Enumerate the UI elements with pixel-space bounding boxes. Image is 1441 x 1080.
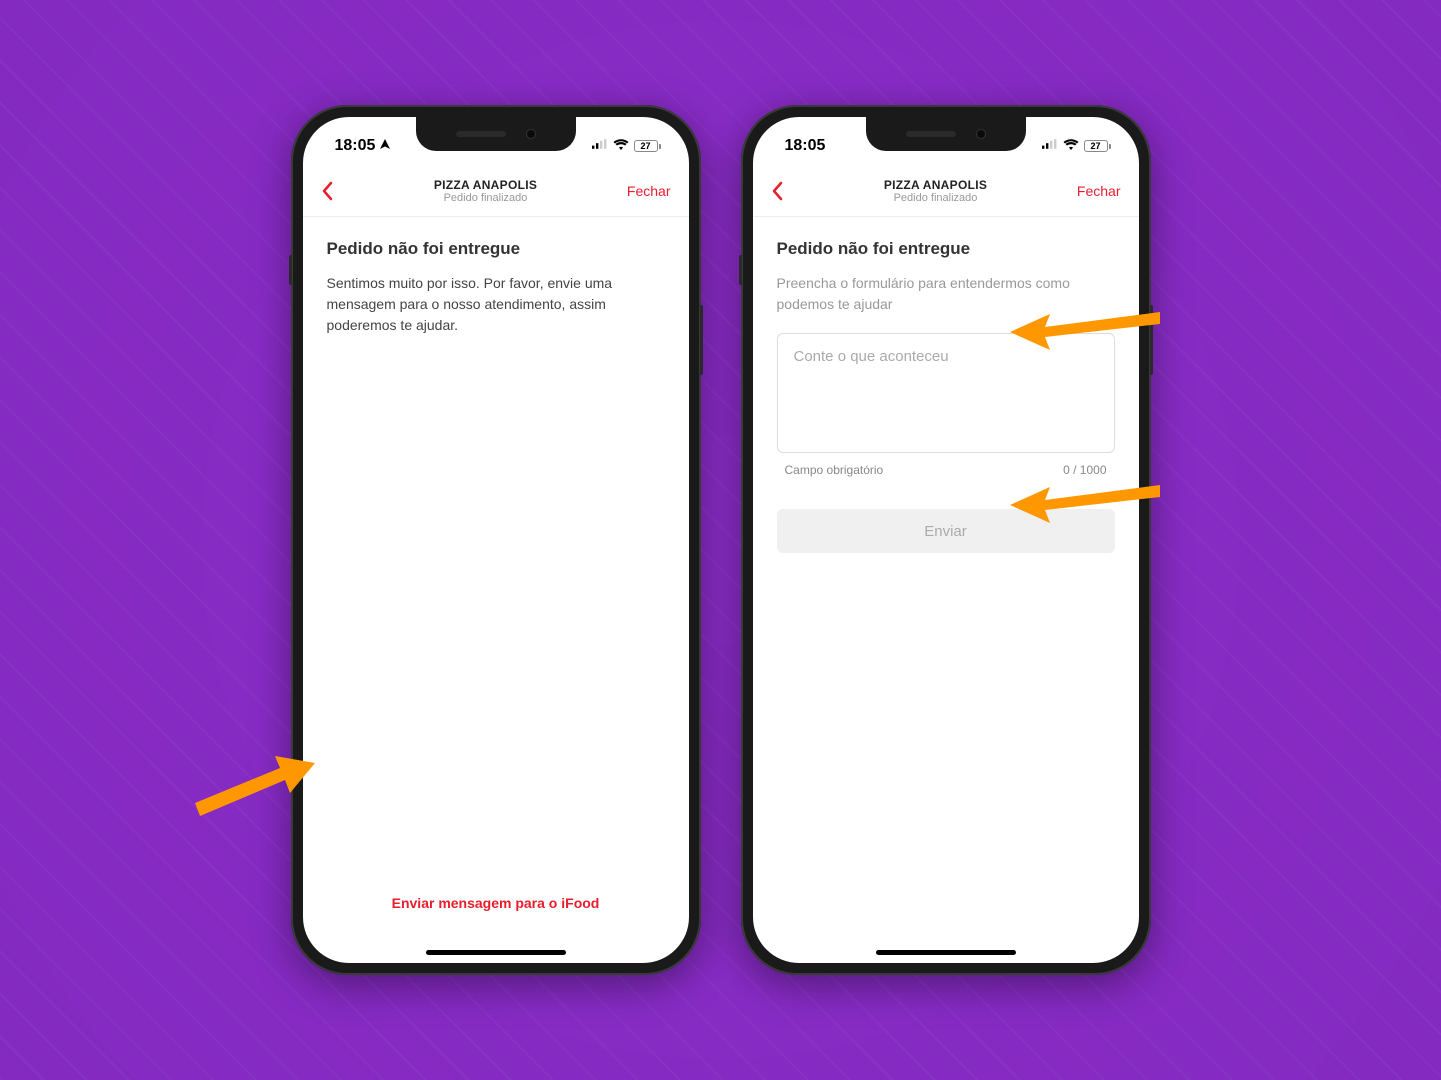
status-time: 18:05 [335, 137, 376, 155]
close-button[interactable]: Fechar [1071, 183, 1121, 199]
cellular-icon [1042, 137, 1058, 155]
annotation-arrow-icon [1010, 302, 1160, 362]
wifi-icon [1063, 137, 1079, 155]
page-heading: Pedido não foi entregue [327, 239, 665, 259]
home-indicator[interactable] [426, 950, 566, 955]
notch [416, 117, 576, 151]
send-message-link[interactable]: Enviar mensagem para o iFood [327, 895, 665, 941]
wifi-icon [613, 137, 629, 155]
nav-bar: PIZZA ANAPOLIS Pedido finalizado Fechar [303, 165, 689, 217]
phone-mockup-right: 18:05 27 [741, 105, 1151, 975]
battery-icon: 27 [1084, 140, 1111, 152]
nav-subtitle: Pedido finalizado [351, 192, 621, 204]
annotation-arrow-icon [1010, 475, 1160, 535]
required-label: Campo obrigatório [785, 463, 884, 477]
notch [866, 117, 1026, 151]
screen-left: 18:05 27 [303, 117, 689, 963]
nav-title: PIZZA ANAPOLIS [351, 178, 621, 192]
body-text: Sentimos muito por isso. Por favor, envi… [327, 273, 665, 336]
location-icon [379, 137, 391, 155]
home-indicator[interactable] [876, 950, 1016, 955]
back-button[interactable] [771, 181, 801, 201]
annotation-arrow-icon [195, 748, 315, 818]
cellular-icon [592, 137, 608, 155]
status-time: 18:05 [785, 137, 826, 155]
battery-icon: 27 [634, 140, 661, 152]
back-button[interactable] [321, 181, 351, 201]
nav-subtitle: Pedido finalizado [801, 192, 1071, 204]
phone-mockup-left: 18:05 27 [291, 105, 701, 975]
screen-right: 18:05 27 [753, 117, 1139, 963]
page-heading: Pedido não foi entregue [777, 239, 1115, 259]
nav-title: PIZZA ANAPOLIS [801, 178, 1071, 192]
nav-bar: PIZZA ANAPOLIS Pedido finalizado Fechar [753, 165, 1139, 217]
close-button[interactable]: Fechar [621, 183, 671, 199]
